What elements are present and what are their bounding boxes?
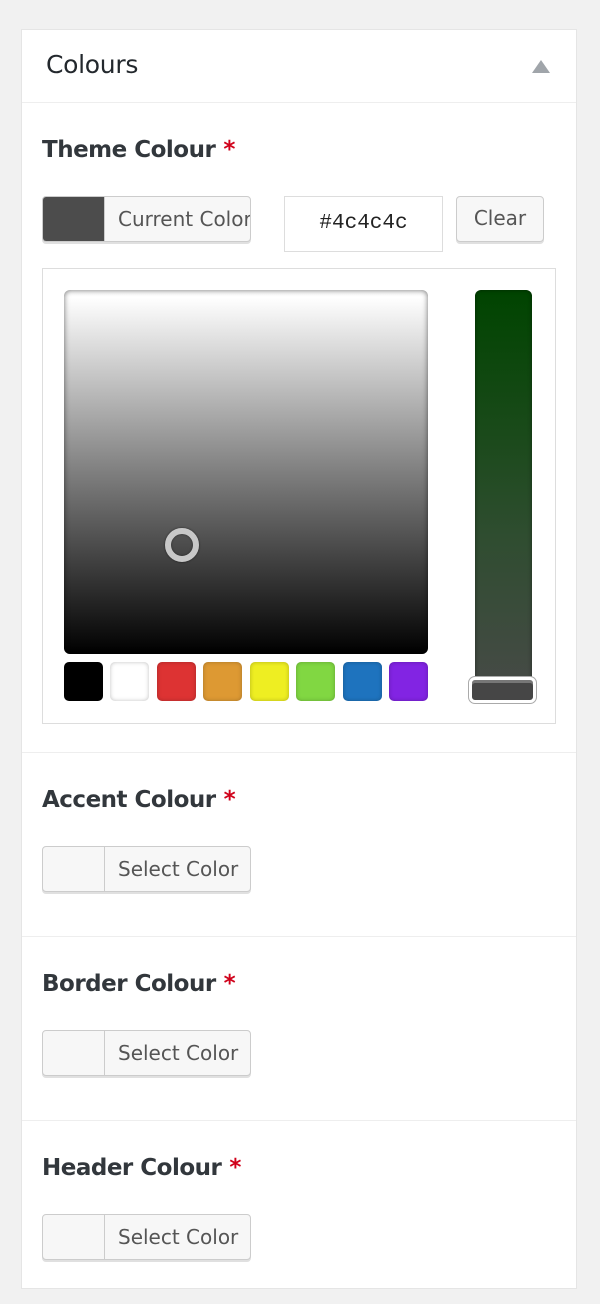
color-swatch — [43, 1215, 105, 1259]
palette-swatch-green[interactable] — [296, 662, 335, 701]
hue-strip-slider[interactable] — [469, 290, 536, 703]
select-color-button[interactable]: Select Color — [42, 846, 251, 892]
select-color-button[interactable]: Select Color — [42, 1030, 251, 1076]
triangle-up-icon[interactable] — [532, 60, 550, 73]
panel-header[interactable]: Colours — [22, 30, 576, 103]
palette-swatch-black[interactable] — [64, 662, 103, 701]
field-theme-colour: Theme Colour * Current Color #4c4c4c Clea… — [22, 103, 576, 753]
panel-title: Colours — [46, 50, 139, 79]
field-header-colour: Header Colour * Select Color — [22, 1121, 576, 1304]
field-label: Header Colour * — [42, 1155, 241, 1181]
strip-slider-handle[interactable] — [469, 677, 536, 703]
required-mark: * — [223, 971, 236, 997]
color-picker — [42, 268, 556, 724]
select-color-button[interactable]: Select Color — [42, 1214, 251, 1260]
palette-swatch-white[interactable] — [110, 662, 149, 701]
field-label-text: Header Colour — [42, 1155, 222, 1181]
current-color-button[interactable]: Current Color — [42, 196, 251, 242]
required-mark: * — [223, 137, 235, 163]
required-mark: * — [223, 787, 236, 813]
current-color-swatch — [43, 197, 105, 241]
field-label-text: Theme Colour — [42, 137, 216, 163]
saturation-handle[interactable] — [165, 528, 199, 562]
select-color-label: Select Color — [118, 1225, 239, 1249]
hex-input[interactable]: #4c4c4c — [284, 196, 443, 252]
palette-swatch-purple[interactable] — [389, 662, 428, 701]
field-label-text: Border Colour — [42, 971, 216, 997]
current-color-label: Current Color — [118, 207, 251, 231]
saturation-area[interactable] — [64, 290, 428, 654]
palette-swatch-orange[interactable] — [203, 662, 242, 701]
color-swatch — [43, 1031, 105, 1075]
required-mark: * — [229, 1155, 241, 1181]
field-accent-colour: Accent Colour * Select Color — [22, 753, 576, 937]
select-color-label: Select Color — [118, 857, 239, 881]
field-label-text: Accent Colour — [42, 787, 216, 813]
colours-panel: Colours Theme Colour * Current Color #4c4… — [21, 29, 577, 1289]
palette-swatch-blue[interactable] — [343, 662, 382, 701]
color-swatch — [43, 847, 105, 891]
palette-swatch-red[interactable] — [157, 662, 196, 701]
field-label: Theme Colour * — [42, 137, 235, 163]
field-label: Border Colour * — [42, 971, 236, 997]
palette-swatch-yellow[interactable] — [250, 662, 289, 701]
field-border-colour: Border Colour * Select Color — [22, 937, 576, 1121]
field-label: Accent Colour * — [42, 787, 236, 813]
select-color-label: Select Color — [118, 1041, 239, 1065]
clear-button[interactable]: Clear — [456, 196, 544, 242]
